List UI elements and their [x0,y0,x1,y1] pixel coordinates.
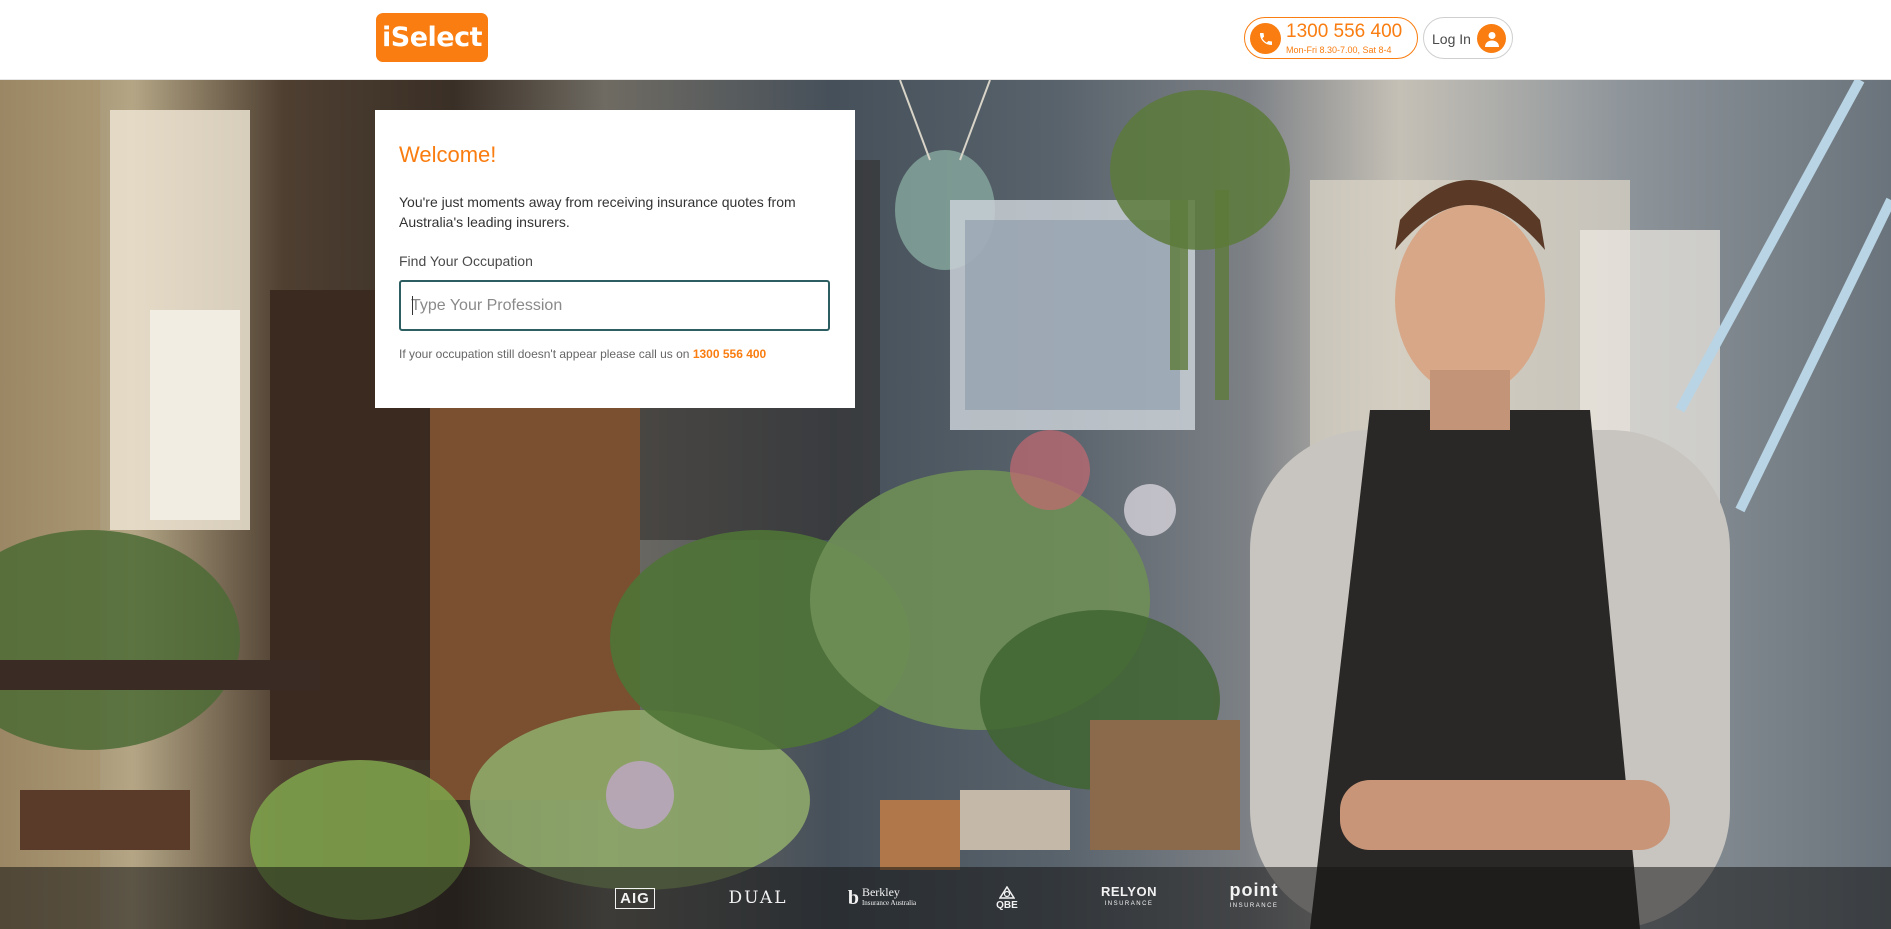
welcome-intro: You're just moments away from receiving … [399,194,796,230]
insurer-logos-strip: AIG DUAL b Berkley Insurance Australia Q… [0,867,1891,929]
phone-icon [1250,23,1281,54]
help-phone-link[interactable]: 1300 556 400 [693,347,766,361]
point-subtitle: INSURANCE [1229,903,1279,909]
call-button[interactable]: 1300 556 400 Mon-Fri 8.30-7.00, Sat 8-4 [1244,17,1418,59]
qbe-logo-text: QBE [996,899,1018,911]
occupation-search-input[interactable] [411,282,816,329]
point-logo: point INSURANCE [1222,867,1286,929]
occupation-label: Find Your Occupation [399,253,533,269]
login-label: Log In [1432,31,1471,47]
occupation-help-text: If your occupation still doesn't appear … [399,347,766,361]
site-header: iSelect 1300 556 400 Mon-Fri 8.30-7.00, … [0,0,1891,80]
iselect-logo[interactable]: iSelect [376,13,488,62]
relyon-logo: RELYON INSURANCE [1096,867,1162,929]
relyon-name: RELYON [1101,884,1157,899]
welcome-title: Welcome! [399,142,497,167]
user-icon [1477,24,1506,53]
berkley-name: Berkley [861,885,900,899]
aig-logo: AIG [612,867,658,929]
hero-background-image [0,80,1891,929]
qbe-emblem-icon [999,885,1015,899]
login-button[interactable]: Log In [1423,17,1513,59]
berkley-subtitle: Insurance Australia [861,899,917,907]
phone-number: 1300 556 400 [1286,21,1403,42]
help-text-message: If your occupation still doesn't appear … [399,347,690,361]
relyon-subtitle: INSURANCE [1104,901,1154,907]
text-caret [412,296,413,315]
point-name: point [1229,880,1279,900]
berkley-logo: b Berkley Insurance Australia [836,867,928,929]
phone-hours: Mon-Fri 8.30-7.00, Sat 8-4 [1286,45,1392,55]
qbe-logo: QBE [992,867,1022,929]
dual-logo: DUAL [728,888,788,908]
berkley-logo-text: Berkley Insurance Australia [861,885,917,909]
aig-logo-text: AIG [615,887,655,909]
welcome-card: Welcome! You're just moments away from r… [375,110,855,408]
occupation-input-wrapper [399,280,830,331]
berkley-b-icon: b [847,886,859,909]
